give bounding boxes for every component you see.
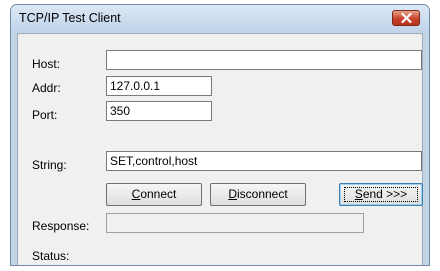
app-window: TCP/IP Test Client Host: Addr: Port: Str… <box>10 4 430 266</box>
disconnect-button[interactable]: Disconnect <box>210 183 306 206</box>
string-input[interactable] <box>106 151 422 171</box>
connect-button[interactable]: Connect <box>106 183 202 206</box>
title-bar[interactable]: TCP/IP Test Client <box>11 5 429 31</box>
addr-input[interactable] <box>106 76 212 96</box>
connect-accel: C <box>131 187 141 201</box>
port-input[interactable] <box>106 101 212 121</box>
string-label: String: <box>32 158 67 172</box>
close-icon <box>401 13 412 23</box>
status-label: Status: <box>32 249 70 263</box>
dialog-body: Host: Addr: Port: String: Connect Discon… <box>17 33 423 265</box>
disconnect-label: isconnect <box>236 187 288 201</box>
host-input[interactable] <box>106 50 422 70</box>
response-label: Response: <box>32 219 90 233</box>
connect-label: onnect <box>140 187 177 201</box>
send-button[interactable]: Send >>> <box>339 183 423 206</box>
port-label: Port: <box>32 108 58 122</box>
disconnect-accel: D <box>228 187 237 201</box>
response-input <box>106 213 364 233</box>
close-button[interactable] <box>392 10 420 26</box>
window-title: TCP/IP Test Client <box>19 11 121 25</box>
focus-rectangle <box>344 187 418 202</box>
host-label: Host: <box>32 57 61 71</box>
addr-label: Addr: <box>32 81 61 95</box>
